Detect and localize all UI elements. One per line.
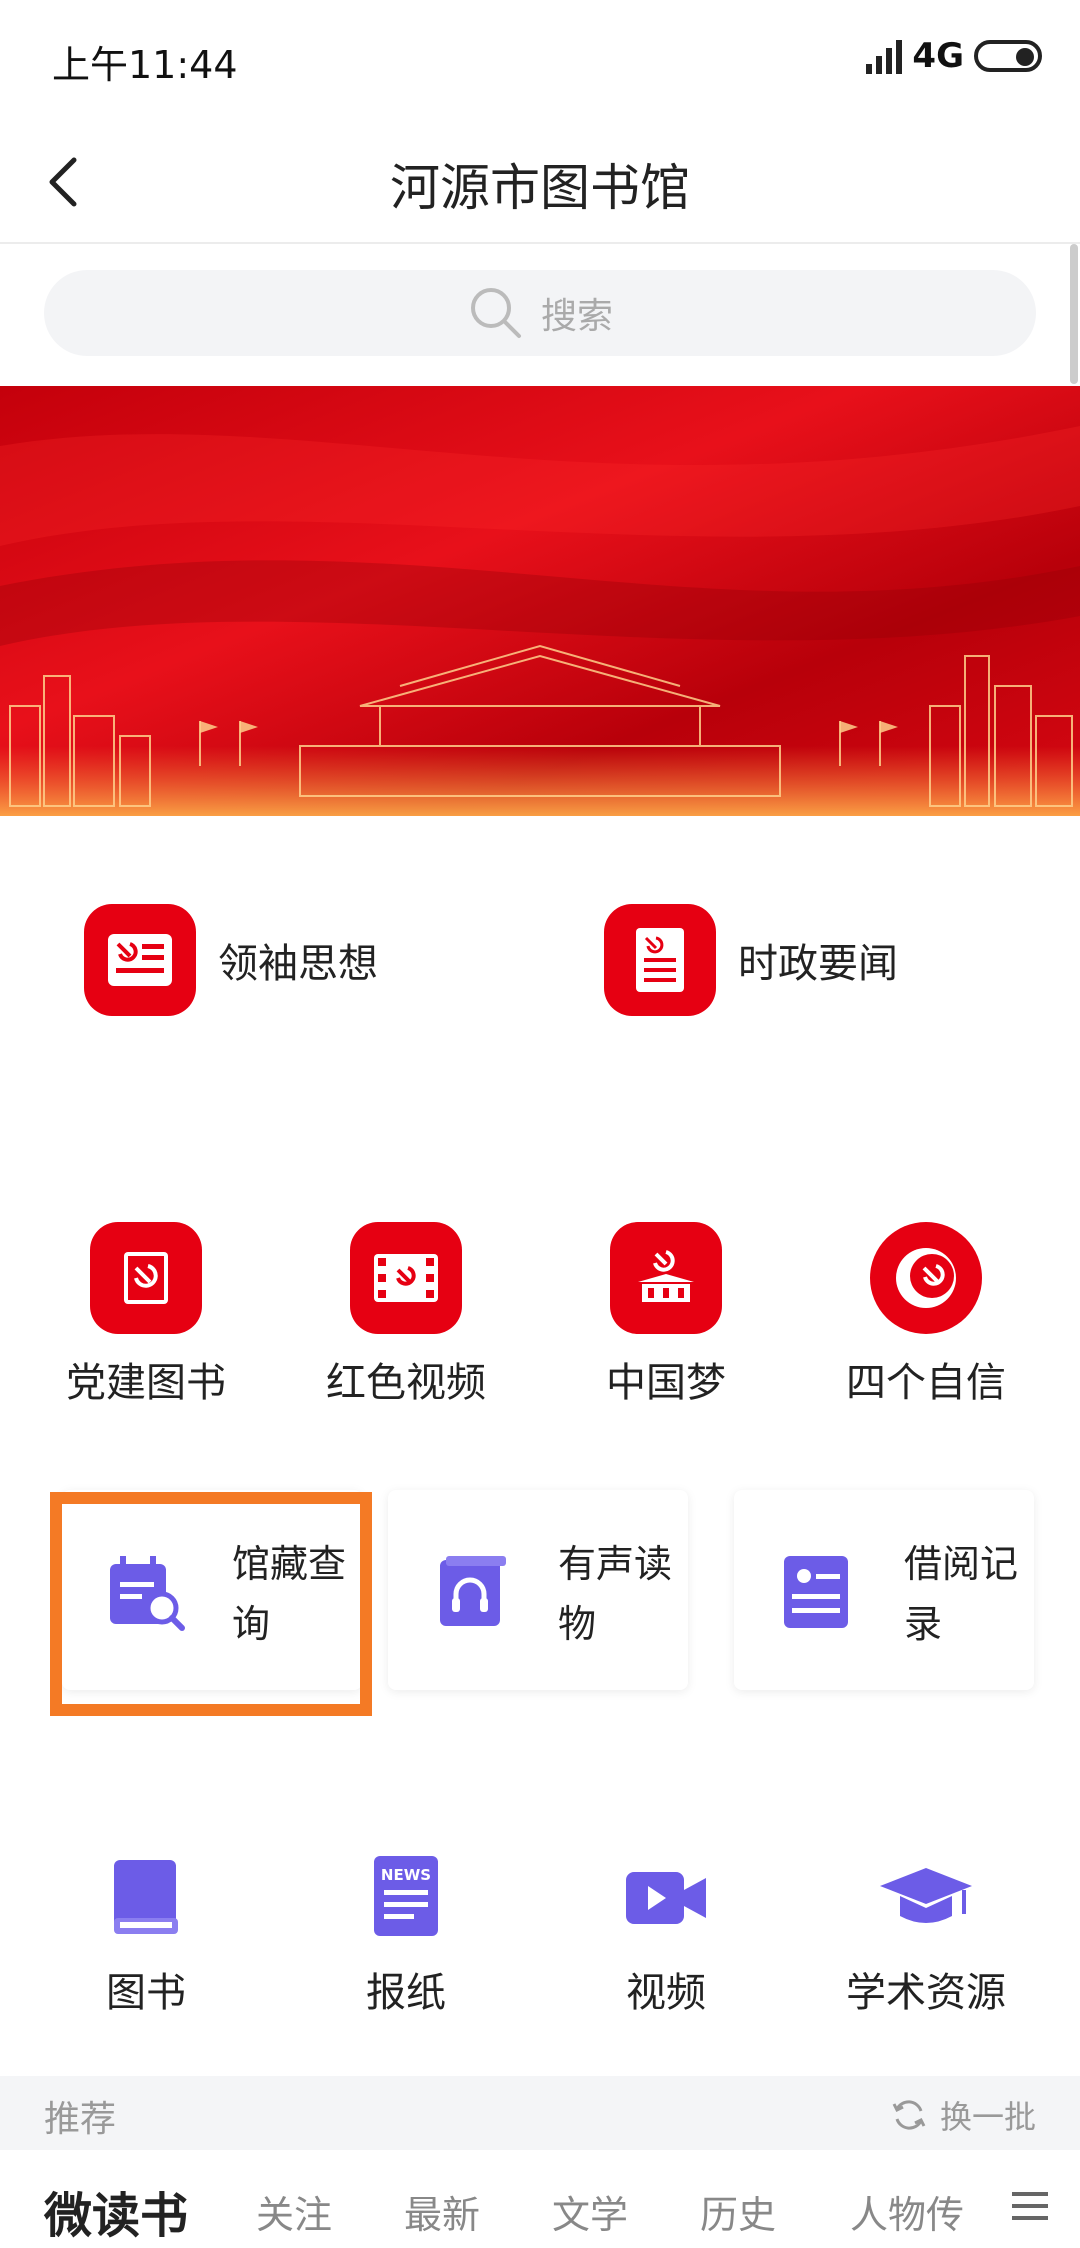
banner-graphic — [0, 386, 1080, 816]
status-bar: 上午11:44 4G — [0, 0, 1080, 118]
tab-brand[interactable]: 微读书 — [44, 2176, 188, 2246]
nav-bar: 河源市图书馆 — [0, 118, 1080, 244]
menu-icon[interactable] — [1010, 2186, 1050, 2226]
refresh-icon — [892, 2100, 926, 2130]
film-icon — [350, 1222, 462, 1334]
id-card-icon — [784, 1556, 848, 1628]
party-grid-label: 党建图书 — [66, 1360, 226, 1406]
page-title: 河源市图书馆 — [390, 159, 690, 217]
party-book-icon — [84, 904, 196, 1016]
card-title-line: 有声读 — [558, 1542, 673, 1586]
resource-academic[interactable]: 学术资源 — [806, 1850, 1046, 2050]
party-grid-item-china-dream[interactable]: 中国梦 — [546, 1222, 786, 1408]
resource-label: 视频 — [626, 1970, 706, 2016]
tab-follow[interactable]: 关注 — [256, 2184, 332, 2239]
scrollbar[interactable] — [1070, 244, 1078, 384]
party-item-label: 领袖思想 — [218, 941, 378, 987]
resource-books[interactable]: 图书 — [26, 1850, 266, 2050]
tab-biography[interactable]: 人物传 — [850, 2184, 980, 2239]
tab-latest[interactable]: 最新 — [404, 2184, 480, 2239]
tab-literature[interactable]: 文学 — [552, 2184, 628, 2239]
headphones-book-icon — [440, 1556, 506, 1626]
resource-label: 图书 — [106, 1970, 186, 2016]
banner-image[interactable] — [0, 386, 1080, 816]
party-item-current-affairs[interactable]: 时政要闻 — [604, 904, 898, 1016]
search-input[interactable]: 搜索 — [44, 270, 1036, 356]
refresh-button[interactable]: 换一批 — [890, 2092, 1036, 2138]
resource-newspaper[interactable]: NEWS 报纸 — [286, 1850, 526, 2050]
news-badge: NEWS — [380, 1866, 432, 1884]
highlight-box — [50, 1492, 372, 1716]
resource-video[interactable]: 视频 — [546, 1850, 786, 2050]
status-icons: 4G — [866, 36, 1042, 76]
battery-icon — [974, 40, 1042, 72]
book-icon — [114, 1860, 178, 1934]
resource-label: 学术资源 — [846, 1970, 1006, 2016]
party-grid-item-videos[interactable]: 红色视频 — [286, 1222, 526, 1408]
signal-icon — [866, 38, 903, 74]
gate-icon — [610, 1222, 722, 1334]
card-title: 有声读 物 — [558, 1534, 678, 1654]
category-tabs: 微读书 关注 最新 文学 历史 人物传 — [0, 2150, 1080, 2248]
search-icon — [470, 288, 521, 338]
party-grid-label: 四个自信 — [846, 1360, 1006, 1406]
search-placeholder: 搜索 — [540, 296, 613, 337]
party-book-icon — [90, 1222, 202, 1334]
graduation-cap-icon — [880, 1868, 972, 1923]
recommend-bar: 推荐 换一批 — [0, 2076, 1080, 2150]
party-emblem-icon — [870, 1222, 982, 1334]
party-grid-label: 红色视频 — [326, 1360, 486, 1406]
party-grid-item-four-confidences[interactable]: 四个自信 — [806, 1222, 1046, 1408]
refresh-label: 换一批 — [939, 2098, 1036, 2136]
party-item-leader-thought[interactable]: 领袖思想 — [84, 904, 378, 1016]
network-type: 4G — [912, 36, 964, 76]
document-icon — [604, 904, 716, 1016]
card-title: 借阅记 录 — [904, 1534, 1024, 1654]
card-title-line: 录 — [904, 1602, 943, 1646]
card-borrow-history[interactable]: 借阅记 录 — [734, 1490, 1034, 1690]
card-audio-books[interactable]: 有声读 物 — [388, 1490, 688, 1690]
party-grid-label: 中国梦 — [606, 1360, 726, 1406]
card-title-line: 物 — [558, 1602, 597, 1646]
card-title-line: 借阅记 — [904, 1542, 1019, 1586]
party-grid-item-books[interactable]: 党建图书 — [26, 1222, 266, 1408]
resource-label: 报纸 — [366, 1970, 446, 2016]
video-camera-icon — [626, 1872, 706, 1924]
recommend-label: 推荐 — [44, 2099, 117, 2140]
party-item-label: 时政要闻 — [738, 941, 898, 987]
tab-history[interactable]: 历史 — [700, 2184, 776, 2239]
status-time: 上午11:44 — [52, 43, 238, 87]
